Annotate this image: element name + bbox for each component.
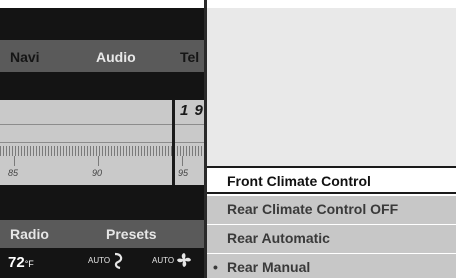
temperature-unit: °F (24, 259, 34, 269)
radio-soft-key[interactable]: Radio (10, 226, 49, 242)
menu-navi[interactable]: Navi (10, 49, 40, 65)
menu-item-label: Front Climate Control (227, 173, 371, 189)
menu-item-label: Rear Automatic (227, 230, 330, 246)
climate-menu-panel: Front Climate Control Rear Climate Contr… (207, 0, 456, 278)
active-bullet: • (213, 259, 218, 275)
menu-item-rear-manual[interactable]: • Rear Manual (207, 254, 456, 278)
scale-label-90: 90 (92, 168, 103, 178)
presets-soft-key[interactable]: Presets (106, 226, 157, 242)
tuning-needle[interactable] (172, 100, 175, 185)
fan-icon (177, 253, 191, 267)
scale-label-85: 85 (8, 168, 19, 178)
radio-screen: Navi Audio Tel 1 9 85 90 95 Radio Preset… (0, 0, 204, 278)
auto-label-right: AUTO (152, 256, 175, 265)
air-vent-icon (114, 252, 123, 270)
menu-item-rear-automatic[interactable]: Rear Automatic (207, 225, 456, 253)
frequency-display: 1 9 (180, 102, 204, 119)
scale-tick (98, 156, 99, 166)
menu-item-rear-climate-control-off[interactable]: Rear Climate Control OFF (207, 196, 456, 224)
station-area (0, 185, 204, 220)
auto-label-left: AUTO (88, 256, 111, 265)
top-bar (0, 8, 204, 40)
scale-label-95: 95 (178, 168, 189, 178)
info-bar (0, 72, 204, 100)
menu-tel[interactable]: Tel (180, 49, 204, 65)
panel-background (207, 8, 456, 166)
temperature-readout: 72°F (8, 254, 34, 271)
menu-item-label: Rear Climate Control OFF (227, 201, 399, 217)
scale-tick (182, 156, 183, 166)
menu-audio[interactable]: Audio (96, 49, 136, 65)
temperature-value: 72 (8, 254, 25, 271)
scale-tick (14, 156, 15, 166)
menu-item-label: Rear Manual (227, 259, 311, 275)
menu-item-front-climate-control[interactable]: Front Climate Control (207, 166, 456, 194)
